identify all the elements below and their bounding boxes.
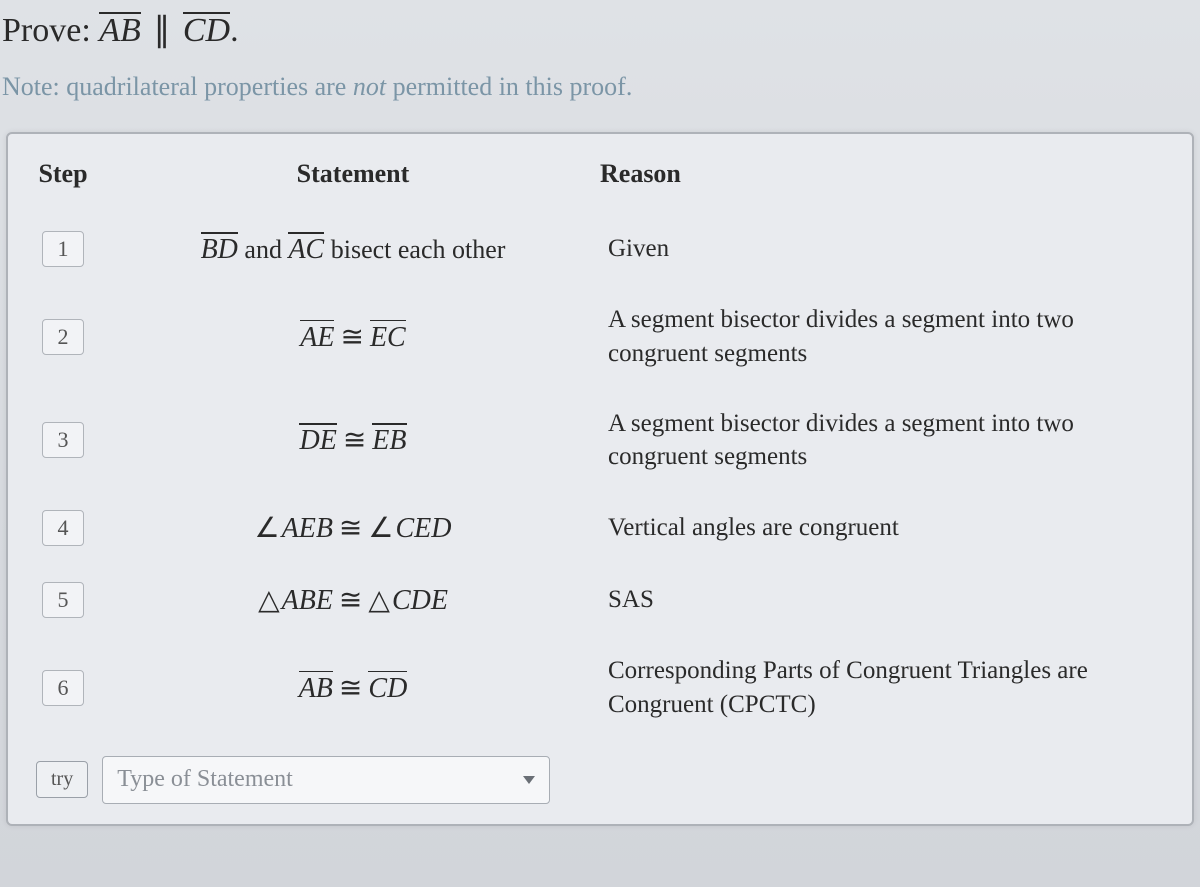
congruent-symbol: ≅ [334, 322, 369, 353]
header-step: Step [8, 137, 118, 211]
triangle-symbol: △ [258, 585, 282, 616]
reason-cell[interactable]: A segment bisector divides a segment int… [588, 389, 1192, 493]
segment: EC [370, 320, 406, 354]
angle-symbol: ∠ [255, 513, 282, 544]
congruent-symbol: ≅ [337, 425, 372, 456]
proof-table: Step Statement Reason 1 BD and AC bisect… [6, 132, 1194, 826]
step-cell: 3 [8, 404, 118, 476]
segment: CD [368, 671, 407, 705]
step-cell: 4 [8, 492, 118, 564]
table-header-row: Step Statement Reason [8, 134, 1192, 213]
table-row: 4 ∠AEB≅∠CED Vertical angles are congruen… [8, 492, 1192, 564]
period: . [230, 12, 239, 49]
reason-cell[interactable]: Vertical angles are congruent [588, 493, 1192, 563]
prove-label: Prove: [2, 12, 91, 49]
segment: DE [299, 423, 336, 457]
select-placeholder: Type of Statement [117, 766, 293, 793]
step-cell: 1 [8, 213, 118, 285]
chevron-down-icon [523, 776, 535, 784]
segment-cd: CD [183, 10, 230, 50]
segment: AC [288, 232, 324, 266]
reason-cell[interactable]: A segment bisector divides a segment int… [588, 285, 1192, 389]
step-number[interactable]: 4 [42, 510, 84, 546]
try-row: try Type of Statement [8, 740, 1192, 824]
angle-name: CED [396, 513, 452, 544]
note-prefix: Note: quadrilateral properties are [2, 72, 353, 101]
segment: EB [372, 423, 406, 457]
table-row: 6 AB≅CD Corresponding Parts of Congruent… [8, 636, 1192, 740]
congruent-symbol: ≅ [333, 585, 368, 616]
statement-cell[interactable]: AE≅EC [118, 302, 588, 372]
header-reason: Reason [588, 134, 1192, 213]
note-italic: not [353, 72, 386, 101]
step-number[interactable]: 3 [42, 422, 84, 458]
table-row: 5 △ABE≅△CDE SAS [8, 564, 1192, 636]
triangle-symbol: △ [368, 585, 392, 616]
step-number[interactable]: 1 [42, 231, 84, 267]
try-button[interactable]: try [36, 761, 88, 798]
statement-cell[interactable]: BD and AC bisect each other [118, 214, 588, 284]
statement-cell[interactable]: ∠AEB≅∠CED [118, 493, 588, 563]
text: bisect each other [324, 235, 505, 264]
reason-cell[interactable]: Given [588, 214, 1192, 284]
congruent-symbol: ≅ [333, 673, 368, 704]
table-row: 2 AE≅EC A segment bisector divides a seg… [8, 285, 1192, 389]
segment: AB [299, 671, 333, 705]
note-suffix: permitted in this proof. [386, 72, 632, 101]
reason-cell[interactable]: Corresponding Parts of Congruent Triangl… [588, 636, 1192, 740]
triangle-name: CDE [392, 585, 448, 616]
step-cell: 2 [8, 301, 118, 373]
table-row: 3 DE≅EB A segment bisector divides a seg… [8, 389, 1192, 493]
segment: BD [201, 232, 238, 266]
prove-line: Prove: AB ∥ CD. [0, 0, 1200, 68]
step-number[interactable]: 6 [42, 670, 84, 706]
step-number[interactable]: 5 [42, 582, 84, 618]
congruent-symbol: ≅ [333, 513, 368, 544]
note-line: Note: quadrilateral properties are not p… [0, 68, 1200, 132]
reason-cell[interactable]: SAS [588, 565, 1192, 635]
statement-cell[interactable]: △ABE≅△CDE [118, 565, 588, 635]
segment-ab: AB [99, 10, 141, 50]
angle-symbol: ∠ [368, 513, 395, 544]
step-number[interactable]: 2 [42, 319, 84, 355]
header-statement: Statement [118, 137, 588, 211]
text: and [238, 235, 289, 264]
type-of-statement-select[interactable]: Type of Statement [102, 756, 550, 804]
statement-cell[interactable]: AB≅CD [118, 653, 588, 723]
angle-name: AEB [282, 513, 333, 544]
triangle-name: ABE [282, 585, 333, 616]
parallel-symbol: ∥ [149, 12, 174, 49]
statement-cell[interactable]: DE≅EB [118, 405, 588, 475]
step-cell: 5 [8, 564, 118, 636]
segment: AE [300, 320, 334, 354]
step-cell: 6 [8, 652, 118, 724]
table-row: 1 BD and AC bisect each other Given [8, 213, 1192, 285]
